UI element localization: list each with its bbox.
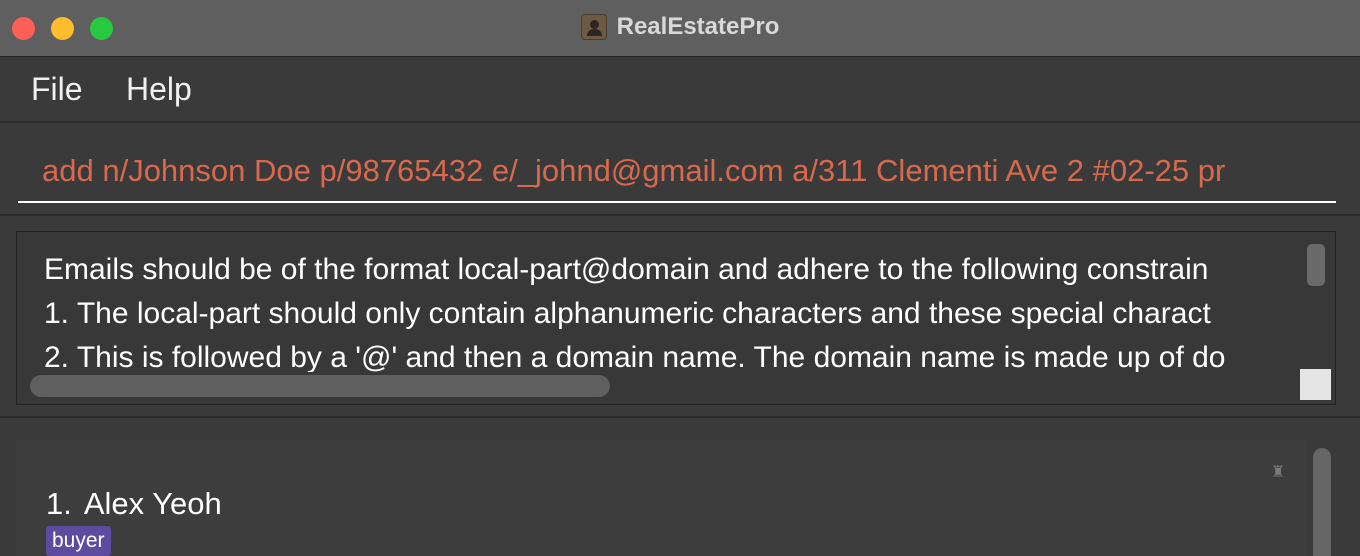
tag-badge: buyer [46, 526, 111, 556]
scrollbar-corner [1300, 369, 1331, 400]
pin-icon: ♜ [1271, 462, 1286, 481]
result-display[interactable]: Emails should be of the format local-par… [16, 231, 1336, 405]
person-name: Alex Yeoh [83, 486, 222, 521]
window-title-group: RealEstatePro [0, 12, 1360, 42]
result-line: 1. The local-part should only contain al… [44, 297, 1211, 330]
result-display-panel: Emails should be of the format local-par… [0, 216, 1360, 418]
result-line: Emails should be of the format local-par… [44, 253, 1209, 286]
command-input[interactable]: add n/Johnson Doe p/98765432 e/_johnd@gm… [18, 143, 1336, 203]
result-vertical-scrollbar[interactable] [1307, 244, 1325, 286]
person-card[interactable]: ♜ 1. Alex Yeoh buyer [16, 440, 1306, 556]
person-index: 1. [46, 486, 72, 521]
menu-bar: File Help [0, 57, 1360, 123]
command-box-panel: add n/Johnson Doe p/98765432 e/_johnd@gm… [0, 123, 1360, 216]
app-window: RealEstatePro File Help add n/Johnson Do… [0, 0, 1360, 556]
title-bar[interactable]: RealEstatePro [0, 0, 1360, 57]
result-text: Emails should be of the format local-par… [44, 248, 1302, 372]
result-line: 2. This is followed by a '@' and then a … [44, 341, 1226, 372]
menu-help[interactable]: Help [126, 71, 192, 108]
person-name-row: 1. Alex Yeoh [46, 486, 222, 522]
person-list-panel: ♜ 1. Alex Yeoh buyer [0, 418, 1360, 556]
contact-book-icon [580, 14, 607, 40]
person-list-scrollbar[interactable] [1313, 448, 1331, 556]
window-title: RealEstatePro [616, 13, 780, 40]
result-horizontal-scrollbar[interactable] [30, 375, 610, 397]
menu-file[interactable]: File [31, 71, 83, 108]
